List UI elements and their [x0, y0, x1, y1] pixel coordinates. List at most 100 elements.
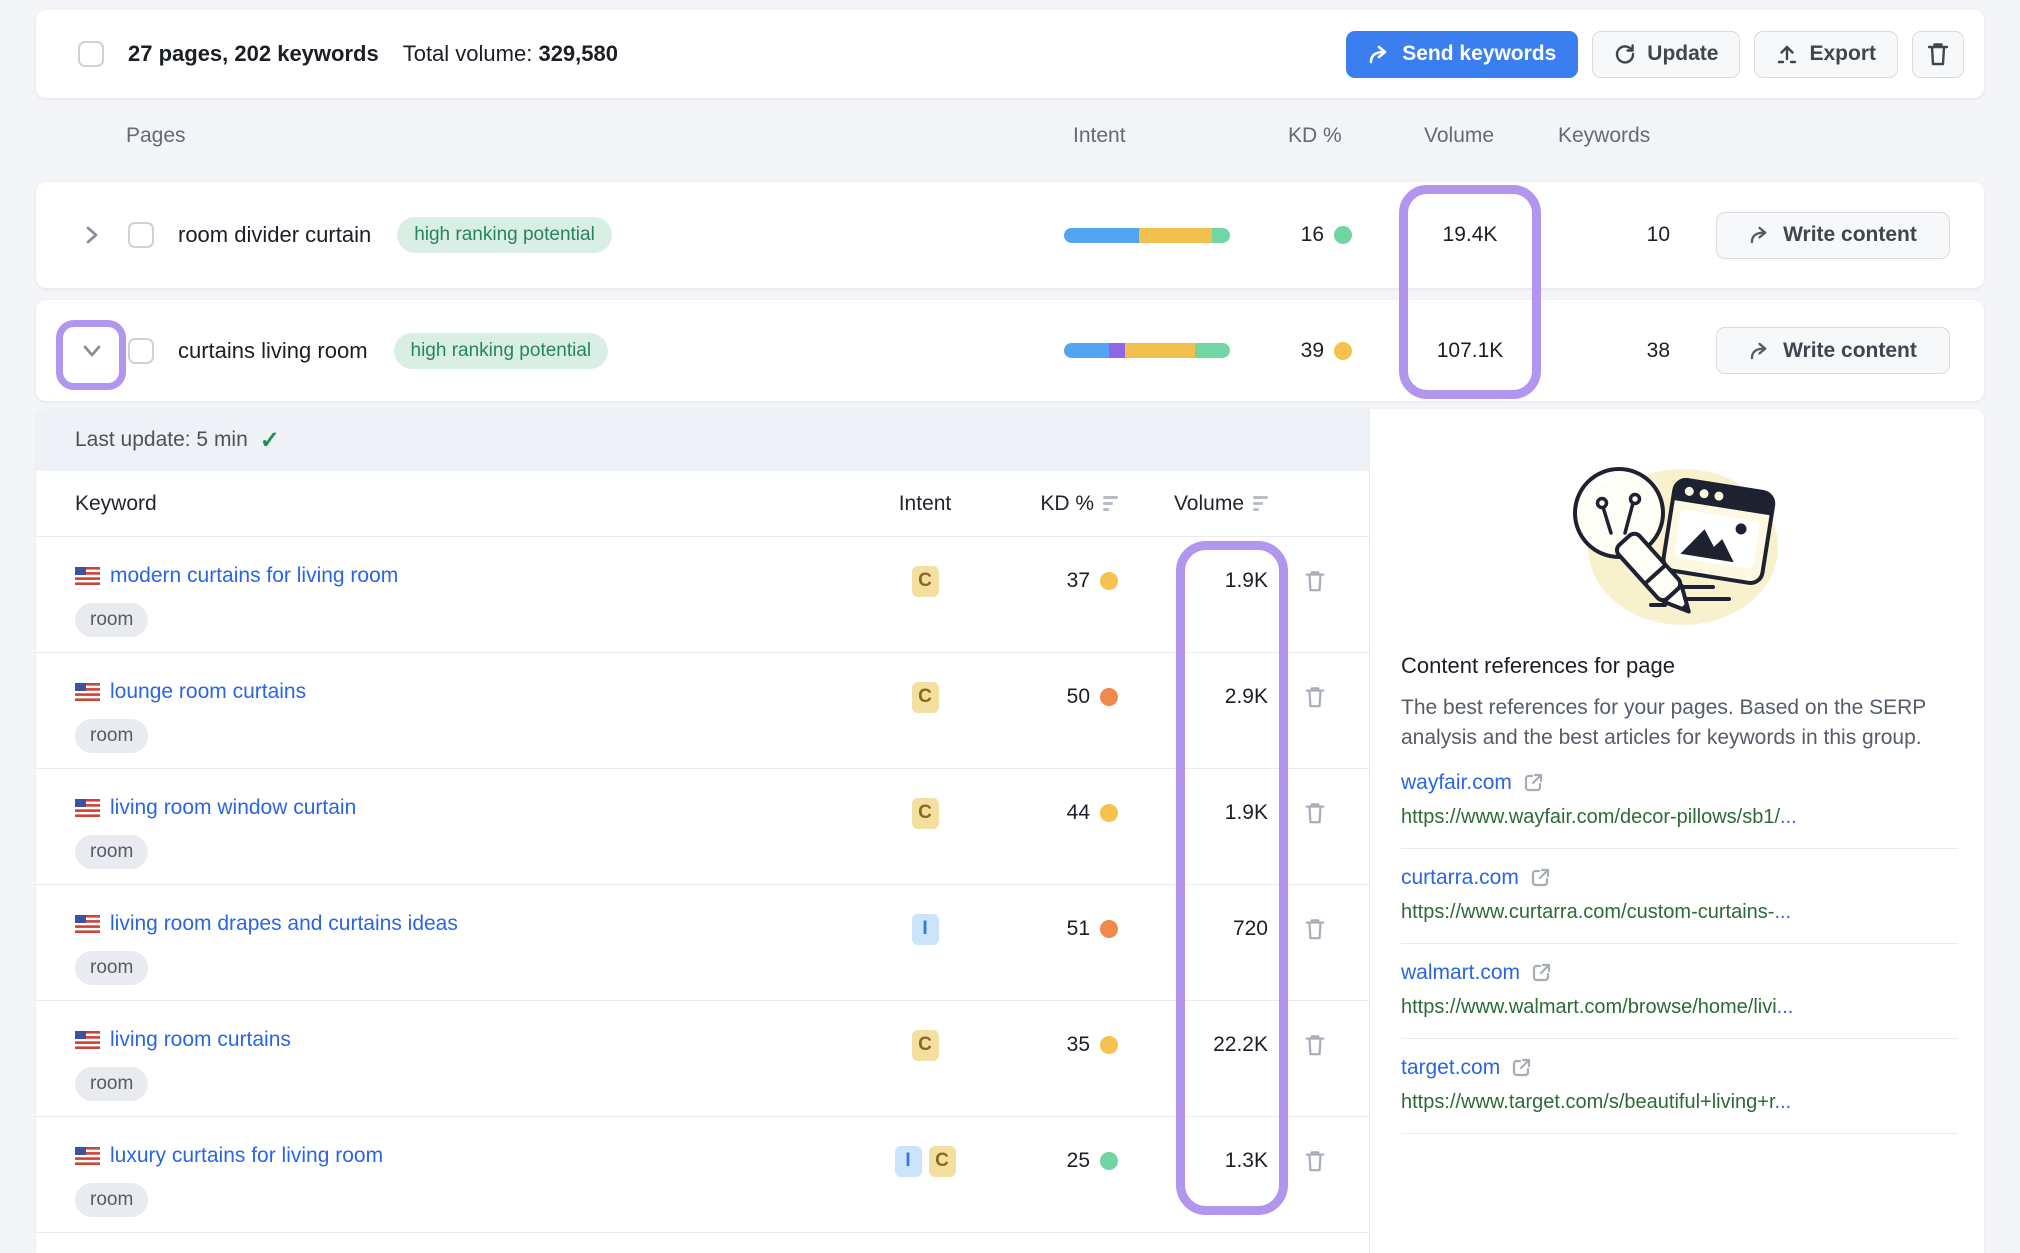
expanded-keywords-panel: Last update: 5 min ✓ Keyword Intent KD %… [36, 409, 1984, 1253]
us-flag-icon [75, 567, 100, 585]
external-link-icon[interactable] [1531, 962, 1552, 983]
pages-keywords-summary: 27 pages, 202 keywords [128, 41, 379, 67]
intent-badge-informational: I [895, 1146, 922, 1177]
col-keywords: Keywords [1558, 124, 1650, 148]
reference-domain-link[interactable]: walmart.com [1401, 961, 1520, 985]
keywords-count: 10 [1647, 223, 1670, 247]
kd-dot [1100, 804, 1118, 822]
subcol-keyword: Keyword [75, 471, 157, 536]
col-intent: Intent [1073, 124, 1126, 148]
kd-value: 37 [1067, 569, 1090, 593]
collapse-chevron-down-icon[interactable] [74, 333, 110, 369]
ranking-potential-badge: high ranking potential [397, 217, 612, 253]
delete-keyword-button[interactable] [1298, 677, 1332, 717]
sort-icon [1253, 496, 1268, 511]
export-button[interactable]: Export [1754, 31, 1898, 78]
keyword-link[interactable]: luxury curtains for living room [110, 1144, 383, 1168]
volume-value: 19.4K [1443, 223, 1498, 247]
reference-domain-link[interactable]: wayfair.com [1401, 771, 1512, 795]
delete-keyword-button[interactable] [1298, 909, 1332, 949]
external-link-icon[interactable] [1523, 772, 1544, 793]
keyword-manager-page: 27 pages, 202 keywords Total volume: 329… [0, 0, 2020, 1253]
keyword-link[interactable]: living room curtains [110, 1028, 291, 1052]
page-row-room-divider-curtain: room divider curtain high ranking potent… [36, 182, 1984, 288]
subcol-kd-sort[interactable]: KD % [966, 471, 1118, 536]
export-icon [1776, 43, 1798, 65]
reference-domain-link[interactable]: target.com [1401, 1056, 1500, 1080]
external-link-icon[interactable] [1511, 1057, 1532, 1078]
subcol-intent: Intent [873, 471, 977, 536]
keyword-row: living room drapes and curtains ideas ro… [36, 885, 1369, 1001]
kd-dot [1100, 920, 1118, 938]
col-volume: Volume [1424, 124, 1494, 148]
reference-link-item: target.com https://www.target.com/s/beau… [1401, 1039, 1958, 1134]
trash-icon [1304, 1148, 1326, 1174]
trash-icon [1304, 916, 1326, 942]
reference-url: https://www.target.com/s/beautiful+livin… [1401, 1091, 1958, 1114]
reference-url: https://www.wayfair.com/decor-pillows/sb… [1401, 806, 1958, 829]
write-content-button[interactable]: Write content [1716, 212, 1950, 259]
reference-link-item: curtarra.com https://www.curtarra.com/cu… [1401, 849, 1958, 944]
row-checkbox[interactable] [128, 338, 154, 364]
last-update-bar: Last update: 5 min ✓ [36, 409, 1369, 471]
keyword-tag: room [75, 603, 148, 637]
delete-keyword-button[interactable] [1298, 561, 1332, 601]
delete-keyword-button[interactable] [1298, 1141, 1332, 1181]
select-all-checkbox[interactable] [78, 41, 104, 67]
delete-keyword-button[interactable] [1298, 1025, 1332, 1065]
refresh-icon [1614, 43, 1636, 65]
external-link-icon[interactable] [1530, 867, 1551, 888]
volume-value: 720 [1233, 917, 1268, 941]
col-kd: KD % [1288, 124, 1342, 148]
references-description: The best references for your pages. Base… [1401, 693, 1961, 754]
kd-value: 16 [1301, 223, 1324, 247]
page-title: room divider curtain [178, 222, 371, 248]
reference-domain-link[interactable]: curtarra.com [1401, 866, 1519, 890]
success-check-icon: ✓ [260, 426, 280, 455]
page-row-curtains-living-room: curtains living room high ranking potent… [36, 300, 1984, 401]
references-title: Content references for page [1401, 653, 1958, 679]
kd-dot [1100, 1036, 1118, 1054]
us-flag-icon [75, 683, 100, 701]
us-flag-icon [75, 915, 100, 933]
kd-dot [1100, 688, 1118, 706]
us-flag-icon [75, 1031, 100, 1049]
kd-dot [1100, 572, 1118, 590]
total-volume-value: 329,580 [538, 41, 618, 66]
volume-value: 1.9K [1225, 569, 1268, 593]
trash-icon [1926, 41, 1950, 67]
keywords-count: 38 [1647, 339, 1670, 363]
page-title: curtains living room [178, 338, 368, 364]
reference-link-item: wayfair.com https://www.wayfair.com/deco… [1401, 754, 1958, 849]
write-content-button[interactable]: Write content [1716, 327, 1950, 374]
reference-link-item: walmart.com https://www.walmart.com/brow… [1401, 944, 1958, 1039]
delete-keyword-button[interactable] [1298, 793, 1332, 833]
kd-value: 51 [1067, 917, 1090, 941]
keyword-tag: room [75, 1183, 148, 1217]
keyword-link[interactable]: lounge room curtains [110, 680, 306, 704]
row-checkbox[interactable] [128, 222, 154, 248]
keyword-row: lounge room curtains room C 50 2.9K [36, 653, 1369, 769]
col-pages: Pages [126, 124, 186, 148]
share-arrow-icon [1749, 225, 1771, 245]
keyword-link[interactable]: living room drapes and curtains ideas [110, 912, 458, 936]
kd-value: 25 [1067, 1149, 1090, 1173]
keywords-subtable: Last update: 5 min ✓ Keyword Intent KD %… [36, 409, 1369, 1253]
content-ideas-illustration [1555, 455, 1805, 625]
subcol-volume-sort[interactable]: Volume [1104, 471, 1268, 536]
delete-selected-button[interactable] [1912, 31, 1964, 78]
intent-badge-commercial: C [912, 798, 939, 829]
toolbar: 27 pages, 202 keywords Total volume: 329… [36, 10, 1984, 98]
keyword-link[interactable]: living room window curtain [110, 796, 356, 820]
trash-icon [1304, 568, 1326, 594]
expand-chevron-right-icon[interactable] [74, 217, 110, 253]
kd-value: 35 [1067, 1033, 1090, 1057]
reference-url: https://www.walmart.com/browse/home/livi… [1401, 996, 1958, 1019]
kd-dot [1334, 226, 1352, 244]
keyword-tag: room [75, 835, 148, 869]
keyword-link[interactable]: modern curtains for living room [110, 564, 398, 588]
keyword-tag: room [75, 1067, 148, 1101]
kd-value: 39 [1301, 339, 1324, 363]
send-keywords-button[interactable]: Send keywords [1346, 31, 1578, 78]
update-button[interactable]: Update [1592, 31, 1740, 78]
